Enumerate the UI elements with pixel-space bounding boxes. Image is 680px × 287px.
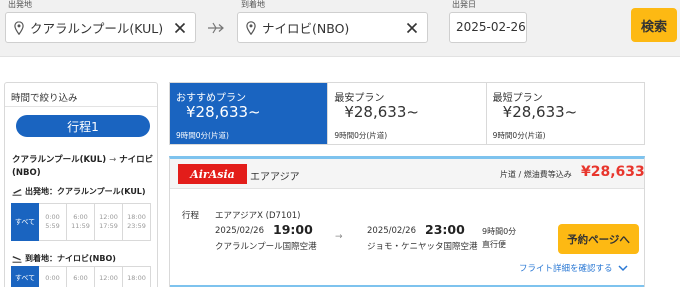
tab-duration: 9時間0分(片道) <box>334 131 388 140</box>
slot-from: 6:00 <box>73 213 88 221</box>
itinerary-label: 行程 <box>182 211 200 221</box>
slot-1200-1759[interactable]: 12:00 17:59 <box>95 203 123 241</box>
slot-from: 12:00 <box>99 273 118 282</box>
flight-number: エアアジアX (D7101) <box>215 211 301 221</box>
origin-field[interactable]: クアラルンプール(KUL) <box>5 12 196 43</box>
time-filter-sidebar: 時間で絞り込み 行程1 クアラルンプール(KUL) → ナイロビ(NBO) 出発… <box>4 82 158 287</box>
plane-swap-icon[interactable] <box>206 20 226 36</box>
slot-label: すべて <box>14 217 36 226</box>
tab-recommended[interactable]: おすすめプラン ¥28,633~ 9時間0分(片道) <box>170 83 328 144</box>
tab-label: 最安プラン <box>334 93 385 104</box>
slot-0600[interactable]: 6:00 <box>67 266 95 287</box>
card-header: AirAsia エアアジア 片道 / 燃油費等込み ¥28,633 <box>170 159 645 189</box>
booking-page-button[interactable]: 予約ページへ <box>558 224 639 254</box>
tab-price: ¥28,633~ <box>502 103 578 121</box>
clear-origin-icon[interactable] <box>174 22 186 34</box>
duration-info: 9時間0分 直行便 <box>482 225 516 251</box>
departure-airport: クアラルンプール国際空港 <box>215 242 317 252</box>
flight-duration: 9時間0分 <box>482 227 517 236</box>
tab-label: 最短プラン <box>492 93 543 104</box>
airline-name: エアアジア <box>250 172 300 183</box>
route-arrow: → <box>109 155 117 165</box>
departure-heading-text: 出発地：クアラルンプール(KUL) <box>25 187 146 196</box>
search-bar: 出発地 クアラルンプール(KUL) 到着地 ナイロビ(NBO) 出発日 2025… <box>0 0 680 57</box>
sidebar-title: 時間で絞り込み <box>11 93 78 104</box>
departure-date: 2025/02/26 <box>215 226 264 236</box>
destination-label: 到着地 <box>241 0 265 9</box>
slot-to: 17:59 <box>99 222 118 230</box>
tab-price: ¥28,633~ <box>344 103 419 121</box>
slot-from: 0:00 <box>45 213 60 221</box>
direct-flight: 直行便 <box>482 240 506 249</box>
clear-destination-icon[interactable] <box>406 22 418 34</box>
departure-time-heading: 出発地：クアラルンプール(KUL) <box>12 186 146 197</box>
flight-details-link[interactable]: フライト詳細を確認する <box>519 262 628 274</box>
slot-from: 6:00 <box>73 273 88 282</box>
search-button[interactable]: 検索 <box>631 8 677 42</box>
slot-label: すべて <box>14 273 36 282</box>
arrival-time: 23:00 <box>425 222 465 237</box>
flight-result-card: AirAsia エアアジア 片道 / 燃油費等込み ¥28,633 行程 エアア… <box>169 156 645 287</box>
slot-1800[interactable]: 18:00 <box>123 266 151 287</box>
fare-price: ¥28,633 <box>581 164 645 180</box>
departure-date-field[interactable]: 2025-02-26 <box>449 12 527 43</box>
slot-to: 11:59 <box>71 222 90 230</box>
divider <box>5 106 157 107</box>
trip-1-button[interactable]: 行程1 <box>16 115 150 137</box>
tab-cheapest[interactable]: 最安プラン ¥28,633~ 9時間0分(片道) <box>327 83 486 144</box>
route-summary: クアラルンプール(KUL) → ナイロビ(NBO) <box>12 154 154 180</box>
tab-shortest[interactable]: 最短プラン ¥28,633~ 9時間0分(片道) <box>485 83 644 144</box>
slot-1200[interactable]: 12:00 <box>95 266 123 287</box>
arrival-airport: ジョモ・ケニヤッタ国際空港 <box>367 242 478 252</box>
slot-from: 18:00 <box>127 213 146 221</box>
location-pin-icon <box>246 20 256 35</box>
destination-field[interactable]: ナイロビ(NBO) <box>237 12 428 43</box>
route-from: クアラルンプール(KUL) <box>12 155 107 165</box>
flight-arrow: → <box>335 232 343 242</box>
departure-time: 19:00 <box>273 222 313 237</box>
location-pin-icon <box>14 20 24 35</box>
slot-0000-0559[interactable]: 0:00 5:59 <box>39 203 67 241</box>
landing-icon <box>12 256 22 263</box>
arrival-heading-text: 到着地：ナイロビ(NBO) <box>25 254 116 263</box>
plan-tabs: おすすめプラン ¥28,633~ 9時間0分(片道) 最安プラン ¥28,633… <box>169 82 645 145</box>
origin-value: クアラルンプール(KUL) <box>30 21 164 36</box>
slot-from: 18:00 <box>127 273 146 282</box>
destination-value: ナイロビ(NBO) <box>262 21 350 36</box>
slot-all[interactable]: すべて <box>11 266 39 287</box>
departure-time-slots: すべて 0:00 5:59 6:00 11:59 12:00 17:59 18:00 2… <box>11 203 151 241</box>
slot-from: 0:00 <box>45 273 60 282</box>
takeoff-icon <box>12 189 22 196</box>
chevron-down-icon <box>617 265 628 272</box>
slot-all[interactable]: すべて <box>11 203 39 241</box>
slot-from: 12:00 <box>99 213 118 221</box>
arrival-time-slots: すべて 0:00 6:00 12:00 18:00 <box>11 266 151 287</box>
slot-0000[interactable]: 0:00 <box>39 266 67 287</box>
date-label: 出発日 <box>452 0 476 9</box>
tab-duration: 9時間0分(片道) <box>176 131 229 140</box>
slot-to: 5:59 <box>45 222 60 230</box>
details-link-text: フライト詳細を確認する <box>519 264 613 274</box>
arrival-time-heading: 到着地：ナイロビ(NBO) <box>12 253 116 264</box>
slot-1800-2359[interactable]: 18:00 23:59 <box>123 203 151 241</box>
slot-0600-1159[interactable]: 6:00 11:59 <box>67 203 95 241</box>
origin-label: 出発地 <box>8 0 32 9</box>
tab-duration: 9時間0分(片道) <box>492 131 546 140</box>
slot-to: 23:59 <box>127 222 146 230</box>
fare-note: 片道 / 燃油費等込み <box>500 170 572 179</box>
airasia-logo: AirAsia <box>178 164 247 184</box>
arrival-date: 2025/02/26 <box>367 226 416 236</box>
tab-label: おすすめプラン <box>176 93 246 104</box>
tab-price: ¥28,633~ <box>186 103 261 121</box>
